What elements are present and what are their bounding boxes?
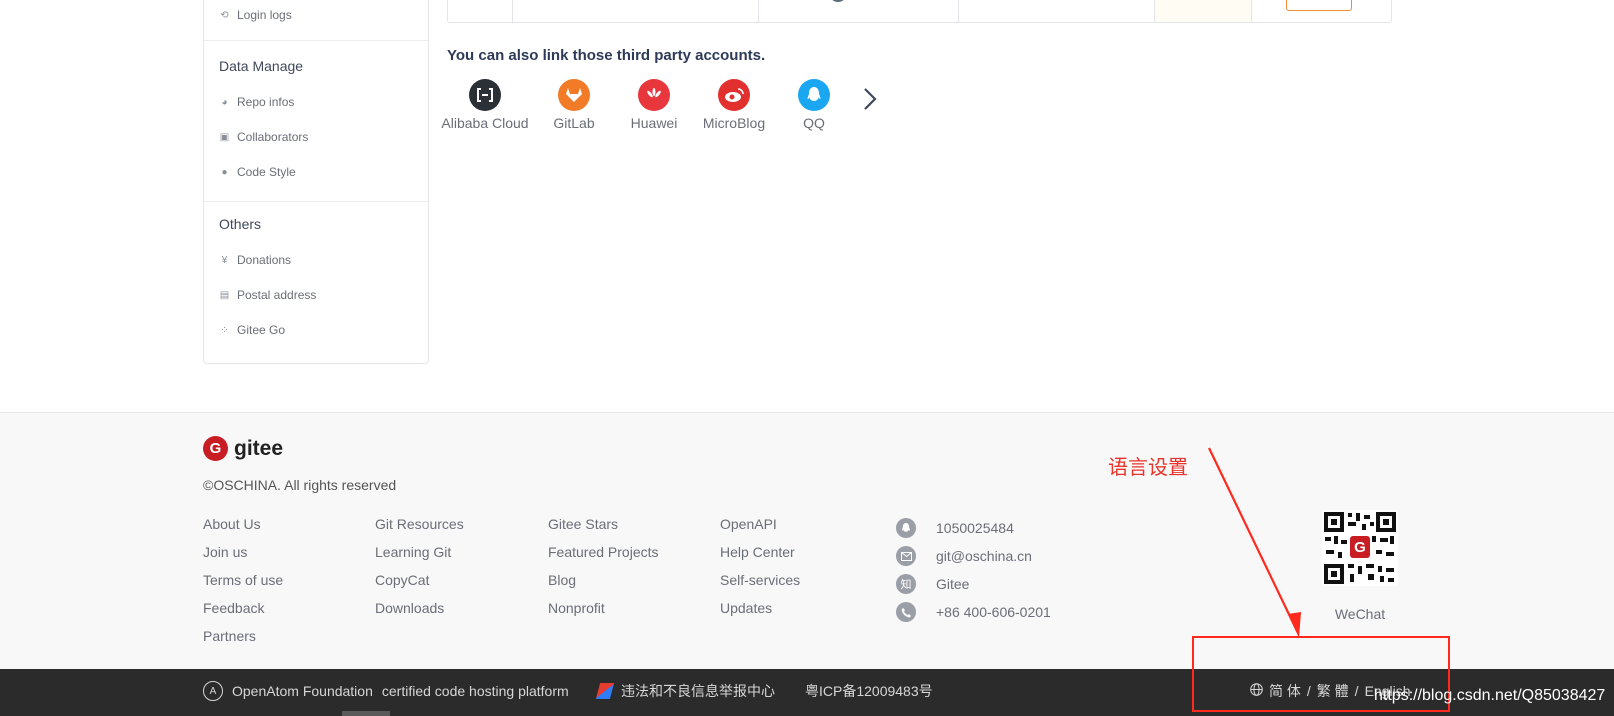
watermark: https://blog.csdn.net/Q85038427 (1374, 687, 1606, 704)
annotation-label: 语言设置 (1108, 457, 1188, 479)
annotation-arrow (1208, 447, 1301, 638)
